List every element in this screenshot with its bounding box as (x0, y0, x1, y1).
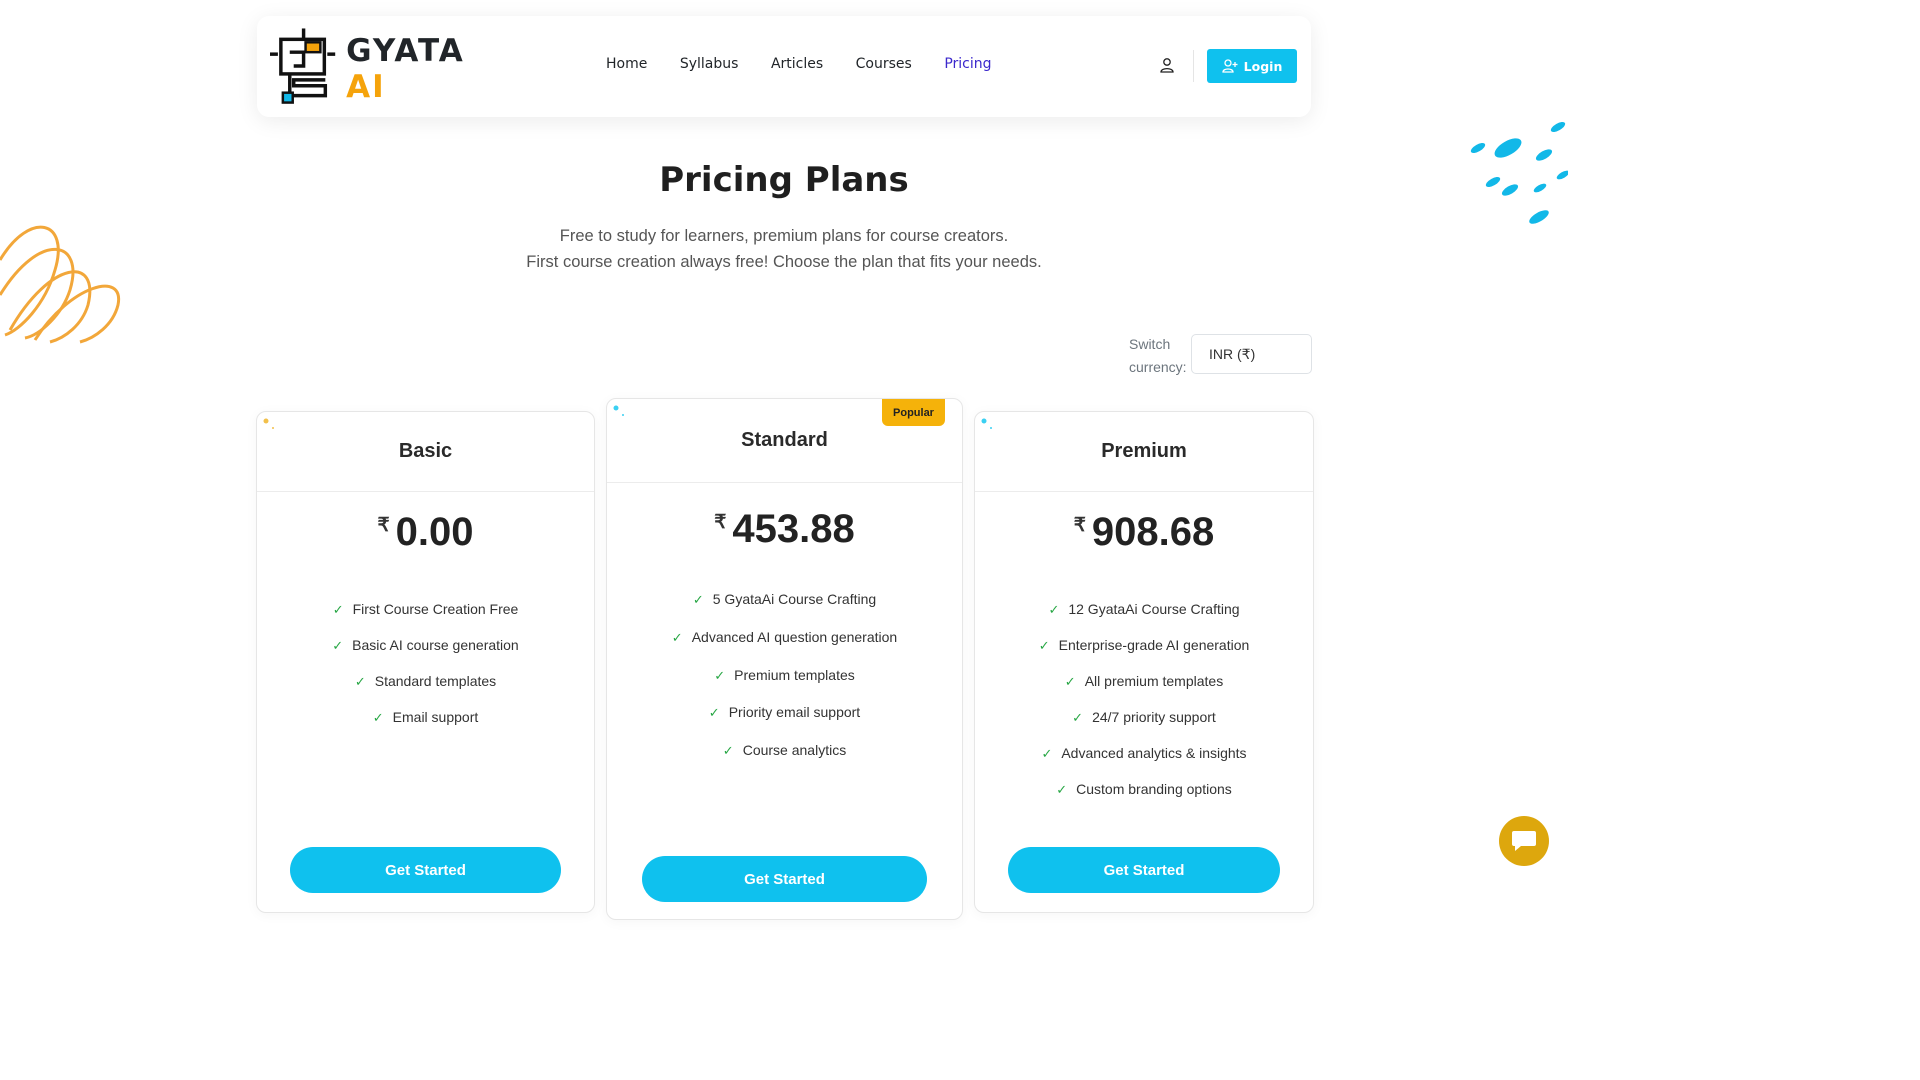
feature-item: ✓ All premium templates (1064, 673, 1224, 689)
check-icon: ✓ (1064, 674, 1076, 689)
check-icon: ✓ (1038, 638, 1050, 653)
check-icon: ✓ (332, 638, 344, 653)
currency-symbol: ₹ (377, 515, 390, 536)
feature-item: ✓ 12 GyataAi Course Crafting (1048, 601, 1240, 617)
feature-item: ✓ Premium templates (714, 666, 855, 683)
plan-header: Basic (257, 412, 594, 492)
nav-pricing[interactable]: Pricing (944, 56, 991, 72)
currency-selected-value: INR (₹) (1209, 345, 1256, 362)
feature-item: ✓ Course analytics (722, 742, 847, 758)
feature-item: ✓ 5 GyataAi Course Crafting (692, 591, 877, 607)
decorative-dots (263, 418, 274, 429)
user-plus-icon (1222, 59, 1238, 73)
decorative-dots (981, 418, 992, 429)
page-title: Pricing Plans (659, 160, 909, 200)
feature-item: ✓ Custom branding options (1056, 781, 1232, 797)
check-icon: ✓ (1041, 746, 1053, 761)
plan-name: Premium (1101, 440, 1187, 462)
get-started-button-premium[interactable]: Get Started (1008, 847, 1280, 893)
check-icon: ✓ (1072, 710, 1084, 725)
feature-list: ✓ 12 GyataAi Course Crafting ✓ Enterprise-… (975, 591, 1313, 807)
plan-name: Standard (741, 429, 828, 451)
feature-item: ✓ Advanced analytics & insights (1041, 745, 1247, 761)
price-amount: 453.88 (732, 507, 855, 551)
price-amount: 0.00 (395, 510, 474, 554)
plan-header: Premium (975, 412, 1313, 492)
chat-widget-button[interactable] (1499, 816, 1549, 866)
page-subtitle-line1: Free to study for learners, premium plan… (559, 227, 1009, 245)
get-started-button-standard[interactable]: Get Started (642, 856, 927, 902)
plan-price: ₹0.00 (257, 510, 594, 555)
header-divider (1193, 50, 1194, 82)
plan-card-basic: Basic ₹0.00 ✓ First Course Creation Free … (256, 411, 595, 913)
plan-card-standard: Popular Standard ₹453.88 ✓ 5 GyataAi Cour… (606, 398, 963, 920)
check-icon: ✓ (332, 602, 344, 617)
feature-item: ✓ Email support (372, 709, 479, 725)
chat-bubble-icon (1512, 831, 1536, 851)
feature-item: ✓ Priority email support (708, 704, 861, 721)
brand-name: GYATA AI (346, 33, 465, 105)
plan-name: Basic (398, 440, 453, 462)
price-amount: 908.68 (1091, 510, 1215, 554)
check-icon: ✓ (714, 667, 726, 683)
check-icon: ✓ (692, 592, 704, 607)
feature-item: ✓ 24/7 priority support (1072, 709, 1216, 725)
currency-symbol: ₹ (1073, 515, 1086, 536)
nav-courses[interactable]: Courses (856, 56, 912, 72)
feature-item: ✓ Enterprise-grade AI generation (1038, 637, 1250, 653)
check-icon: ✓ (354, 674, 366, 689)
feature-item: ✓ First Course Creation Free (332, 601, 519, 617)
site-header: GYATA AI Home Syllabus Articles Courses … (257, 16, 1311, 117)
check-icon: ✓ (671, 629, 683, 645)
check-icon: ✓ (1056, 782, 1068, 797)
nav-home[interactable]: Home (606, 56, 647, 72)
currency-label: Switch currency: (1129, 336, 1187, 375)
currency-select[interactable]: INR (₹) (1191, 334, 1312, 374)
check-icon: ✓ (1048, 602, 1060, 617)
login-button[interactable]: Login (1207, 49, 1297, 83)
feature-list: ✓ First Course Creation Free ✓ Basic AI co… (257, 591, 594, 735)
decorative-dots (613, 405, 624, 416)
plan-price: ₹908.68 (975, 510, 1313, 555)
popular-badge: Popular (882, 399, 945, 426)
check-icon: ✓ (722, 743, 734, 758)
check-icon: ✓ (708, 705, 720, 721)
check-icon: ✓ (372, 710, 384, 725)
login-label: Login (1243, 58, 1283, 74)
feature-item: ✓ Advanced AI question generation (671, 628, 898, 645)
feature-item: ✓ Basic AI course generation (332, 637, 519, 653)
user-icon[interactable] (1159, 57, 1175, 73)
plan-price: ₹453.88 (607, 507, 962, 552)
nav-articles[interactable]: Articles (771, 56, 823, 72)
currency-symbol: ₹ (714, 512, 727, 533)
gyata-robot-logo-icon (270, 28, 336, 104)
main-nav: Home Syllabus Articles Courses Pricing (606, 56, 1024, 72)
get-started-button-basic[interactable]: Get Started (290, 847, 561, 893)
plan-card-premium: Premium ₹908.68 ✓ 12 GyataAi Course Craft… (974, 411, 1314, 913)
brand-logo[interactable]: GYATA AI (270, 28, 515, 106)
page-subtitle-line2: First course creation always free! Choos… (526, 253, 1042, 271)
feature-list: ✓ 5 GyataAi Course Crafting ✓ Advanced AI … (607, 581, 962, 770)
feature-item: ✓ Standard templates (354, 673, 497, 689)
nav-syllabus[interactable]: Syllabus (680, 56, 739, 72)
